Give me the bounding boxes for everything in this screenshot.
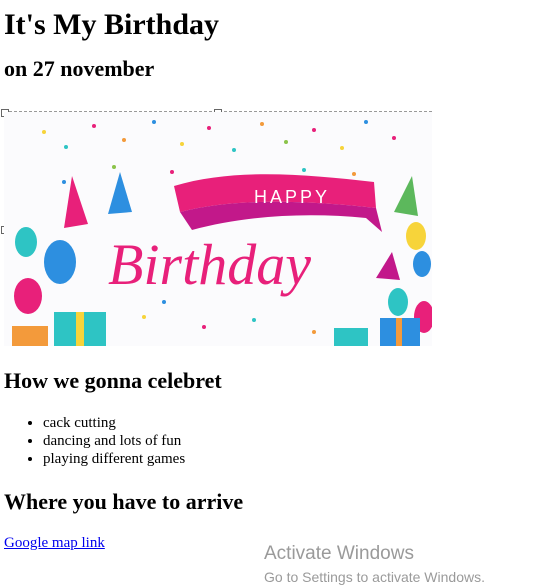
birthday-banner-graphic: HAPPY Birthday	[12, 120, 432, 346]
list-item: cack cutting	[43, 414, 185, 432]
activate-windows-watermark: Activate Windows Go to Settings to activ…	[264, 543, 485, 586]
birthday-banner-image: HAPPY Birthday	[4, 112, 432, 346]
watermark-subtitle: Go to Settings to activate Windows.	[264, 569, 485, 585]
arrive-heading: Where you have to arrive	[4, 489, 244, 514]
page-subtitle: on 27 november	[4, 56, 155, 81]
google-map-link[interactable]: Google map link	[4, 535, 105, 552]
page-title: It's My Birthday	[4, 8, 220, 41]
gift-box-icon	[12, 312, 420, 346]
birthday-script-text: Birthday	[108, 232, 311, 297]
confetti-icon	[42, 120, 396, 334]
happy-text: HAPPY	[254, 187, 330, 207]
page-header: It's My Birthday on 27 november	[4, 0, 544, 82]
list-item: dancing and lots of fun	[43, 432, 185, 450]
celebrate-list: cack cutting dancing and lots of fun pla…	[4, 414, 185, 468]
watermark-title: Activate Windows	[264, 543, 414, 564]
list-item: playing different games	[43, 450, 185, 468]
celebrate-heading: How we gonna celebret	[4, 368, 222, 393]
